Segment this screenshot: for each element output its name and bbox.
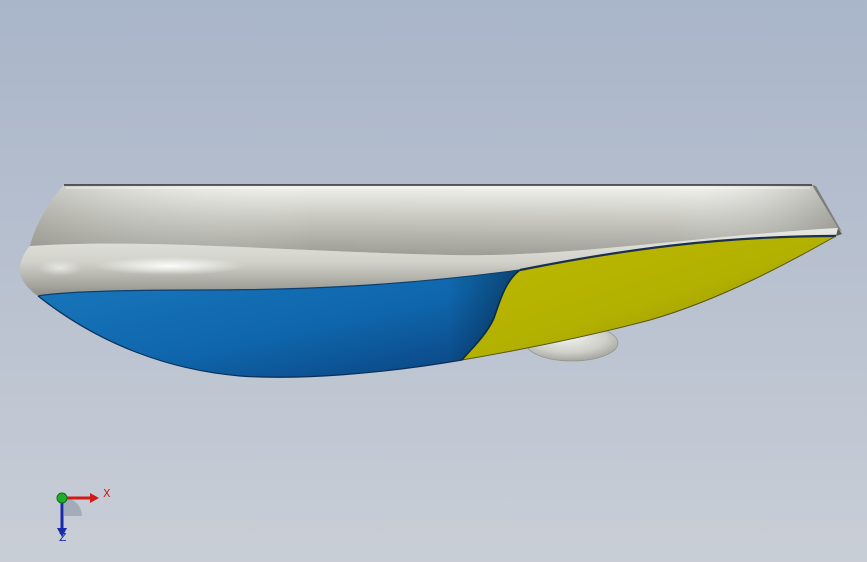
3d-viewport[interactable]: X Z bbox=[0, 0, 867, 562]
z-axis-label: Z bbox=[59, 531, 67, 544]
axis-triad: X Z bbox=[40, 480, 120, 550]
3d-model[interactable] bbox=[0, 0, 867, 562]
x-axis-label: X bbox=[103, 487, 111, 500]
rim-highlight-small bbox=[38, 260, 82, 276]
x-axis-arrow bbox=[90, 493, 99, 503]
y-axis-arrow bbox=[56, 492, 68, 504]
rim-highlight bbox=[95, 257, 245, 275]
